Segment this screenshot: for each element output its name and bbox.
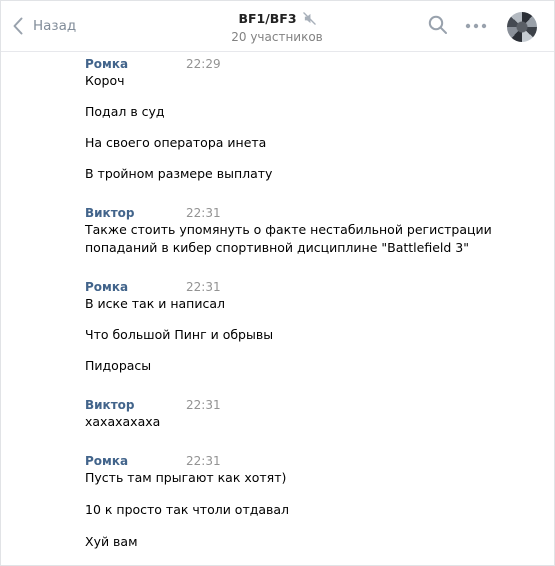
message-time[interactable]: 22:31 bbox=[186, 280, 221, 294]
message-author[interactable]: Ромка bbox=[85, 454, 505, 468]
chevron-left-icon bbox=[13, 17, 23, 35]
message-item: Виктор 22:31 Также стоить упомянуть о фа… bbox=[85, 206, 505, 255]
back-button[interactable]: Назад bbox=[13, 13, 76, 39]
message-item: Ромка 22:31 В иске так и написал Что бол… bbox=[85, 280, 505, 373]
back-label: Назад bbox=[33, 18, 77, 34]
message-text: 10 к просто так чтоли отдавал bbox=[85, 502, 290, 517]
message-time[interactable]: 22:31 bbox=[186, 206, 221, 220]
message-text: попаданий в кибер спортивной дисциплине … bbox=[85, 240, 469, 255]
search-icon[interactable] bbox=[428, 15, 448, 35]
more-icon[interactable] bbox=[465, 23, 487, 29]
message-text: Пусть там прыгают как хотят) bbox=[85, 470, 287, 485]
message-item: Ромка 22:29 Короч Подал в суд На своего … bbox=[85, 57, 505, 181]
message-text: Короч bbox=[85, 73, 125, 88]
message-text: хахахахаха bbox=[85, 414, 161, 429]
message-text: Что большой Пинг и обрывы bbox=[85, 327, 274, 342]
message-text: Пидорасы bbox=[85, 358, 152, 373]
chat-title: BF1/BF3 bbox=[238, 11, 297, 26]
participants-count: 20 участников bbox=[231, 30, 323, 44]
message-text: Также стоить упомянуть о факте нестабиль… bbox=[85, 222, 492, 237]
chat-window: Назад BF1/BF3 20 участников Ромка 22:29 … bbox=[0, 0, 555, 566]
mute-icon bbox=[302, 12, 316, 25]
message-text: Хуй вам bbox=[85, 534, 138, 549]
message-text: В тройном размере выплату bbox=[85, 166, 273, 181]
chat-avatar[interactable] bbox=[507, 12, 537, 42]
message-item: Ромка 22:31 Пусть там прыгают как хотят)… bbox=[85, 454, 505, 549]
message-time[interactable]: 22:31 bbox=[186, 454, 221, 468]
message-time[interactable]: 22:31 bbox=[186, 398, 221, 412]
message-author[interactable]: Ромка bbox=[85, 57, 505, 71]
message-text: Подал в суд bbox=[85, 104, 165, 119]
chat-header: Назад BF1/BF3 20 участников bbox=[1, 1, 554, 52]
message-time[interactable]: 22:29 bbox=[186, 57, 221, 71]
message-item: Виктор 22:31 хахахахаха bbox=[85, 398, 505, 429]
message-text: В иске так и написал bbox=[85, 296, 225, 311]
message-author[interactable]: Виктор bbox=[85, 206, 505, 220]
message-author[interactable]: Виктор bbox=[85, 398, 505, 412]
chat-title-block[interactable]: BF1/BF3 20 участников bbox=[177, 11, 377, 44]
message-author[interactable]: Ромка bbox=[85, 280, 505, 294]
message-text: На своего оператора инета bbox=[85, 135, 267, 150]
